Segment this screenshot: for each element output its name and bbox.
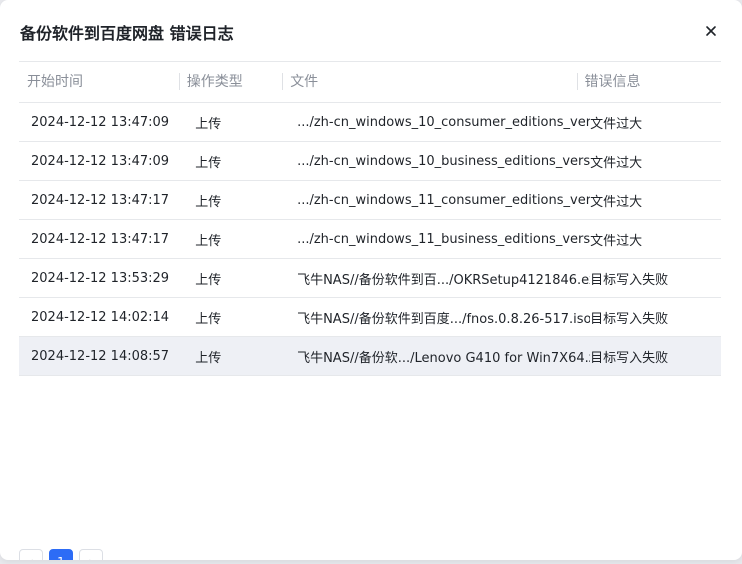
column-header-operation-type[interactable]: 操作类型 [178,62,282,102]
cell-operation-type: 上传 [195,233,222,249]
table-row[interactable]: 2024-12-12 13:47:17 上传 .../zh-cn_windows_1… [19,220,721,259]
cell-error-info: 文件过大 [590,233,643,249]
cell-error-info: 文件过大 [590,194,643,210]
cell-start-time: 2024-12-12 13:53:29 [31,270,170,286]
table-body: 2024-12-12 13:47:09 上传 .../zh-cn_windows_1… [19,103,721,376]
error-log-table: 开始时间 操作类型 文件 错误信息 2024-12-12 13:47:09 上传.… [19,61,721,376]
cell-operation-type: 上传 [195,116,222,132]
column-header-start-time[interactable]: 开始时间 [19,62,179,102]
cell-file: 飞牛NAS//备份软.../Lenovo G410 for Win7X64.zi… [297,350,591,366]
cell-operation-type: 上传 [195,194,222,210]
cell-start-time: 2024-12-12 13:47:17 [31,192,170,208]
cell-file: 飞牛NAS//备份软件到百.../OKRSetup4121846.exe [297,272,591,288]
cell-file: .../zh-cn_windows_11_business_editions_v… [297,231,591,247]
cell-file: .../zh-cn_windows_10_business_editions_v… [297,153,591,169]
table-row[interactable]: 2024-12-12 13:47:17 上传 .../zh-cn_windows_1… [19,181,721,220]
close-button[interactable] [700,20,722,42]
cell-start-time: 2024-12-12 13:47:09 [31,153,170,169]
cell-error-info: 目标写入失败 [590,272,669,288]
cell-start-time: 2024-12-12 13:47:09 [31,114,170,130]
cell-operation-type: 上传 [195,311,222,327]
dialog-title: 备份软件到百度网盘 错误日志 [20,24,234,43]
column-header-error-info[interactable]: 错误信息 [576,62,721,102]
page-1-button[interactable]: 1 [49,549,73,560]
table-header: 开始时间 操作类型 文件 错误信息 [19,62,721,103]
cell-start-time: 2024-12-12 14:02:14 [31,309,170,325]
pagination: ‹ 1 › [19,549,103,560]
cell-error-info: 目标写入失败 [590,350,669,366]
cell-start-time: 2024-12-12 13:47:17 [31,231,170,247]
close-icon[interactable] [705,25,717,37]
table-row[interactable]: 2024-12-12 13:47:09 上传 .../zh-cn_windows_1… [19,103,721,142]
cell-file: .../zh-cn_windows_11_consumer_editions_v… [297,192,591,208]
cell-error-info: 文件过大 [590,155,643,171]
column-header-file[interactable]: 文件 [282,62,576,102]
cell-error-info: 目标写入失败 [590,311,669,327]
cell-operation-type: 上传 [195,350,222,366]
table-row[interactable]: 2024-12-12 14:02:14 上传 飞牛NAS//备份软件到百度.../f… [19,298,721,337]
cell-operation-type: 上传 [195,272,222,288]
cell-file: 飞牛NAS//备份软件到百度.../fnos.0.8.26-517.iso [297,311,591,327]
table-row[interactable]: 2024-12-12 13:53:29 上传 飞牛NAS//备份软件到百.../OK… [19,259,721,298]
table-row[interactable]: 2024-12-12 13:47:09 上传 .../zh-cn_windows_1… [19,142,721,181]
cell-file: .../zh-cn_windows_10_consumer_editions_v… [297,114,591,130]
table-row[interactable]: 2024-12-12 14:08:57 上传 飞牛NAS//备份软.../Lenov… [19,337,721,376]
cell-operation-type: 上传 [195,155,222,171]
cell-start-time: 2024-12-12 14:08:57 [31,348,170,364]
next-page-button[interactable]: › [79,549,103,560]
cell-error-info: 文件过大 [590,116,643,132]
error-log-dialog: 备份软件到百度网盘 错误日志 开始时间 操作类型 文件 错误信息 2024-12… [0,0,742,560]
prev-page-button[interactable]: ‹ [19,549,43,560]
